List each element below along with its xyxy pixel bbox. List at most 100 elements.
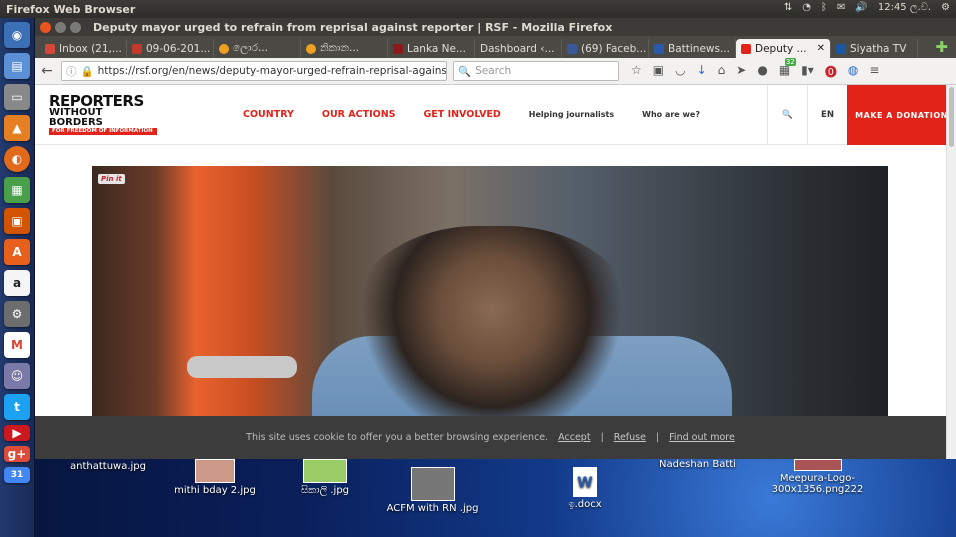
chat-icon[interactable]: ☺ bbox=[4, 363, 30, 389]
info-icon[interactable]: ⓘ bbox=[66, 64, 77, 79]
system-settings-icon[interactable]: ⚙ bbox=[4, 301, 30, 327]
back-button[interactable]: ← bbox=[39, 63, 55, 79]
logo-line2: WITHOUT BORDERS bbox=[49, 107, 103, 128]
firefox-icon[interactable]: ◐ bbox=[4, 146, 30, 172]
tab-facebook[interactable]: (69) Faceb... bbox=[562, 39, 649, 58]
volume-icon[interactable]: 🔊 bbox=[855, 2, 867, 13]
window-titlebar: Deputy mayor urged to refrain from repri… bbox=[35, 18, 956, 36]
chat-bubble-icon[interactable]: ● bbox=[757, 63, 767, 80]
account-icon[interactable]: ◍ bbox=[848, 63, 858, 80]
tab-strip: Inbox (21,... 09-06-201... ලොර... නිකාන.… bbox=[35, 36, 956, 58]
googleplus-icon[interactable]: g+ bbox=[4, 446, 30, 462]
send-icon[interactable]: ➤ bbox=[736, 63, 746, 80]
search-icon: 🔍 bbox=[782, 110, 793, 120]
settings-icon[interactable]: ⚙ bbox=[941, 2, 950, 13]
tab-label: Dashboard ‹... bbox=[480, 42, 555, 55]
amazon-icon[interactable]: a bbox=[4, 270, 30, 296]
nav-get-involved[interactable]: GET INVOLVED bbox=[424, 109, 501, 120]
tab-sinhala-1[interactable]: ලොර... bbox=[214, 39, 301, 58]
separator: | bbox=[600, 432, 604, 443]
tab-rsf-active[interactable]: Deputy ... ✕ bbox=[736, 39, 831, 58]
youtube-icon[interactable]: ▶ bbox=[4, 425, 30, 441]
bookmarks-icon[interactable]: ▣ bbox=[653, 63, 664, 80]
extension-icon[interactable]: ▮▾ bbox=[801, 63, 814, 80]
scrollbar-thumb[interactable] bbox=[949, 87, 954, 147]
rsf-logo[interactable]: REPORTERS WITHOUT BORDERS FOR FREEDOM OF… bbox=[49, 93, 157, 136]
word-doc-icon: W bbox=[573, 467, 597, 497]
desktop-file-anthattuwa[interactable]: anthattuwa.jpg bbox=[63, 461, 153, 472]
software-center-icon[interactable]: A bbox=[4, 239, 30, 265]
cookie-refuse-link[interactable]: Refuse bbox=[614, 432, 646, 443]
lanka-news-favicon-icon bbox=[393, 43, 403, 54]
file-thumbnail bbox=[195, 459, 235, 483]
pinterest-icon[interactable]: ⓿ bbox=[825, 63, 837, 80]
network-icon[interactable]: ⇅ bbox=[784, 2, 792, 13]
gmail-icon[interactable]: M bbox=[4, 332, 30, 358]
calc-icon[interactable]: ▦ bbox=[4, 177, 30, 203]
desktop-file-meepura-logo[interactable]: Meepura-Logo-300x1356.png222 bbox=[765, 459, 870, 495]
files-icon[interactable]: ▭ bbox=[4, 84, 30, 110]
pinit-button[interactable]: Pin it bbox=[98, 174, 125, 184]
twitter-icon[interactable]: t bbox=[4, 394, 30, 420]
firefox-window: Deputy mayor urged to refrain from repri… bbox=[35, 18, 956, 459]
os-top-bar: Firefox Web Browser ⇅ ◔ ᛒ ✉ 🔊 12:45 ල.ව.… bbox=[0, 0, 956, 18]
vlc-icon[interactable]: ▲ bbox=[4, 115, 30, 141]
web-page: REPORTERS WITHOUT BORDERS FOR FREEDOM OF… bbox=[35, 85, 956, 459]
desktop-folder-nadeshan[interactable]: Nadeshan Batti bbox=[650, 459, 745, 470]
cookie-accept-link[interactable]: Accept bbox=[558, 432, 590, 443]
maximize-window-button[interactable] bbox=[70, 21, 81, 33]
tab-image[interactable]: 09-06-201... bbox=[127, 39, 214, 58]
nav-country[interactable]: COUNTRY bbox=[243, 109, 294, 120]
ubuntu-home-icon[interactable]: ◉ bbox=[4, 22, 30, 48]
separator: | bbox=[655, 432, 660, 443]
home-icon[interactable]: ⌂ bbox=[718, 63, 726, 80]
close-tab-icon[interactable]: ✕ bbox=[817, 43, 825, 54]
wifi-icon[interactable]: ◔ bbox=[802, 2, 811, 13]
cookie-find-out-more-link[interactable]: Find out more bbox=[669, 432, 735, 443]
tab-sinhala-2[interactable]: නිකාන... bbox=[301, 39, 388, 58]
impress-icon[interactable]: ▣ bbox=[4, 208, 30, 234]
writer-icon[interactable]: ▤ bbox=[4, 53, 30, 79]
site-nav: COUNTRY OUR ACTIONS GET INVOLVED Helping… bbox=[243, 109, 728, 120]
tab-siyatha[interactable]: Siyatha TV bbox=[831, 39, 918, 58]
close-window-button[interactable] bbox=[40, 21, 51, 33]
page-scrollbar[interactable] bbox=[946, 85, 956, 459]
bookmark-star-icon[interactable]: ☆ bbox=[631, 63, 642, 80]
tab-label: Lanka Ne... bbox=[407, 42, 466, 55]
navigation-toolbar: ← ⓘ 🔒 https://rsf.org/en/news/deputy-may… bbox=[35, 57, 956, 85]
clock[interactable]: 12:45 ල.ව. bbox=[878, 2, 931, 13]
file-label: ඉ.docx bbox=[568, 499, 602, 510]
desktop-file-acfm[interactable]: ACFM with RN .jpg bbox=[380, 467, 485, 514]
new-tab-button[interactable]: ✚ bbox=[935, 38, 948, 56]
search-placeholder: Search bbox=[475, 65, 512, 77]
nav-helping-journalists[interactable]: Helping journalists bbox=[529, 110, 614, 119]
window-controls bbox=[40, 21, 81, 33]
url-bar[interactable]: ⓘ 🔒 https://rsf.org/en/news/deputy-mayor… bbox=[61, 61, 447, 81]
bluetooth-icon[interactable]: ᛒ bbox=[821, 2, 827, 13]
desktop-file-sikali[interactable]: සිකාලි .jpg bbox=[285, 459, 365, 496]
desktop-file-docx[interactable]: W ඉ.docx bbox=[560, 467, 610, 510]
calendar-icon[interactable]: 31 bbox=[4, 467, 30, 483]
nav-who-are-we[interactable]: Who are we? bbox=[642, 110, 700, 119]
tab-gmail[interactable]: Inbox (21,... bbox=[40, 39, 127, 58]
pocket-icon[interactable]: ◡ bbox=[675, 63, 685, 80]
window-title: Deputy mayor urged to refrain from repri… bbox=[93, 20, 613, 34]
nav-our-actions[interactable]: OUR ACTIONS bbox=[322, 109, 396, 120]
tab-lanka-news[interactable]: Lanka Ne... bbox=[388, 39, 475, 58]
menu-icon[interactable]: ≡ bbox=[869, 63, 879, 80]
tab-label: 09-06-201... bbox=[146, 42, 211, 55]
download-icon[interactable]: ↓ bbox=[697, 63, 707, 80]
tab-battinews[interactable]: Battinews... bbox=[649, 39, 736, 58]
search-box[interactable]: 🔍 Search bbox=[453, 61, 619, 81]
file-label: anthattuwa.jpg bbox=[70, 461, 146, 472]
desktop-file-mithi[interactable]: mithi bday 2.jpg bbox=[165, 459, 265, 496]
donate-button[interactable]: MAKE A DONATION bbox=[847, 85, 956, 145]
battinews-favicon-icon bbox=[654, 43, 664, 54]
addon-badge-count: 32 bbox=[784, 57, 796, 66]
addon-badge-icon[interactable]: ▦ 32 bbox=[779, 57, 796, 80]
site-search-button[interactable]: 🔍 bbox=[767, 85, 807, 145]
language-selector[interactable]: EN bbox=[807, 85, 847, 145]
mail-icon[interactable]: ✉ bbox=[837, 2, 845, 13]
tab-dashboard[interactable]: Dashboard ‹... bbox=[475, 39, 562, 58]
minimize-window-button[interactable] bbox=[55, 21, 66, 33]
